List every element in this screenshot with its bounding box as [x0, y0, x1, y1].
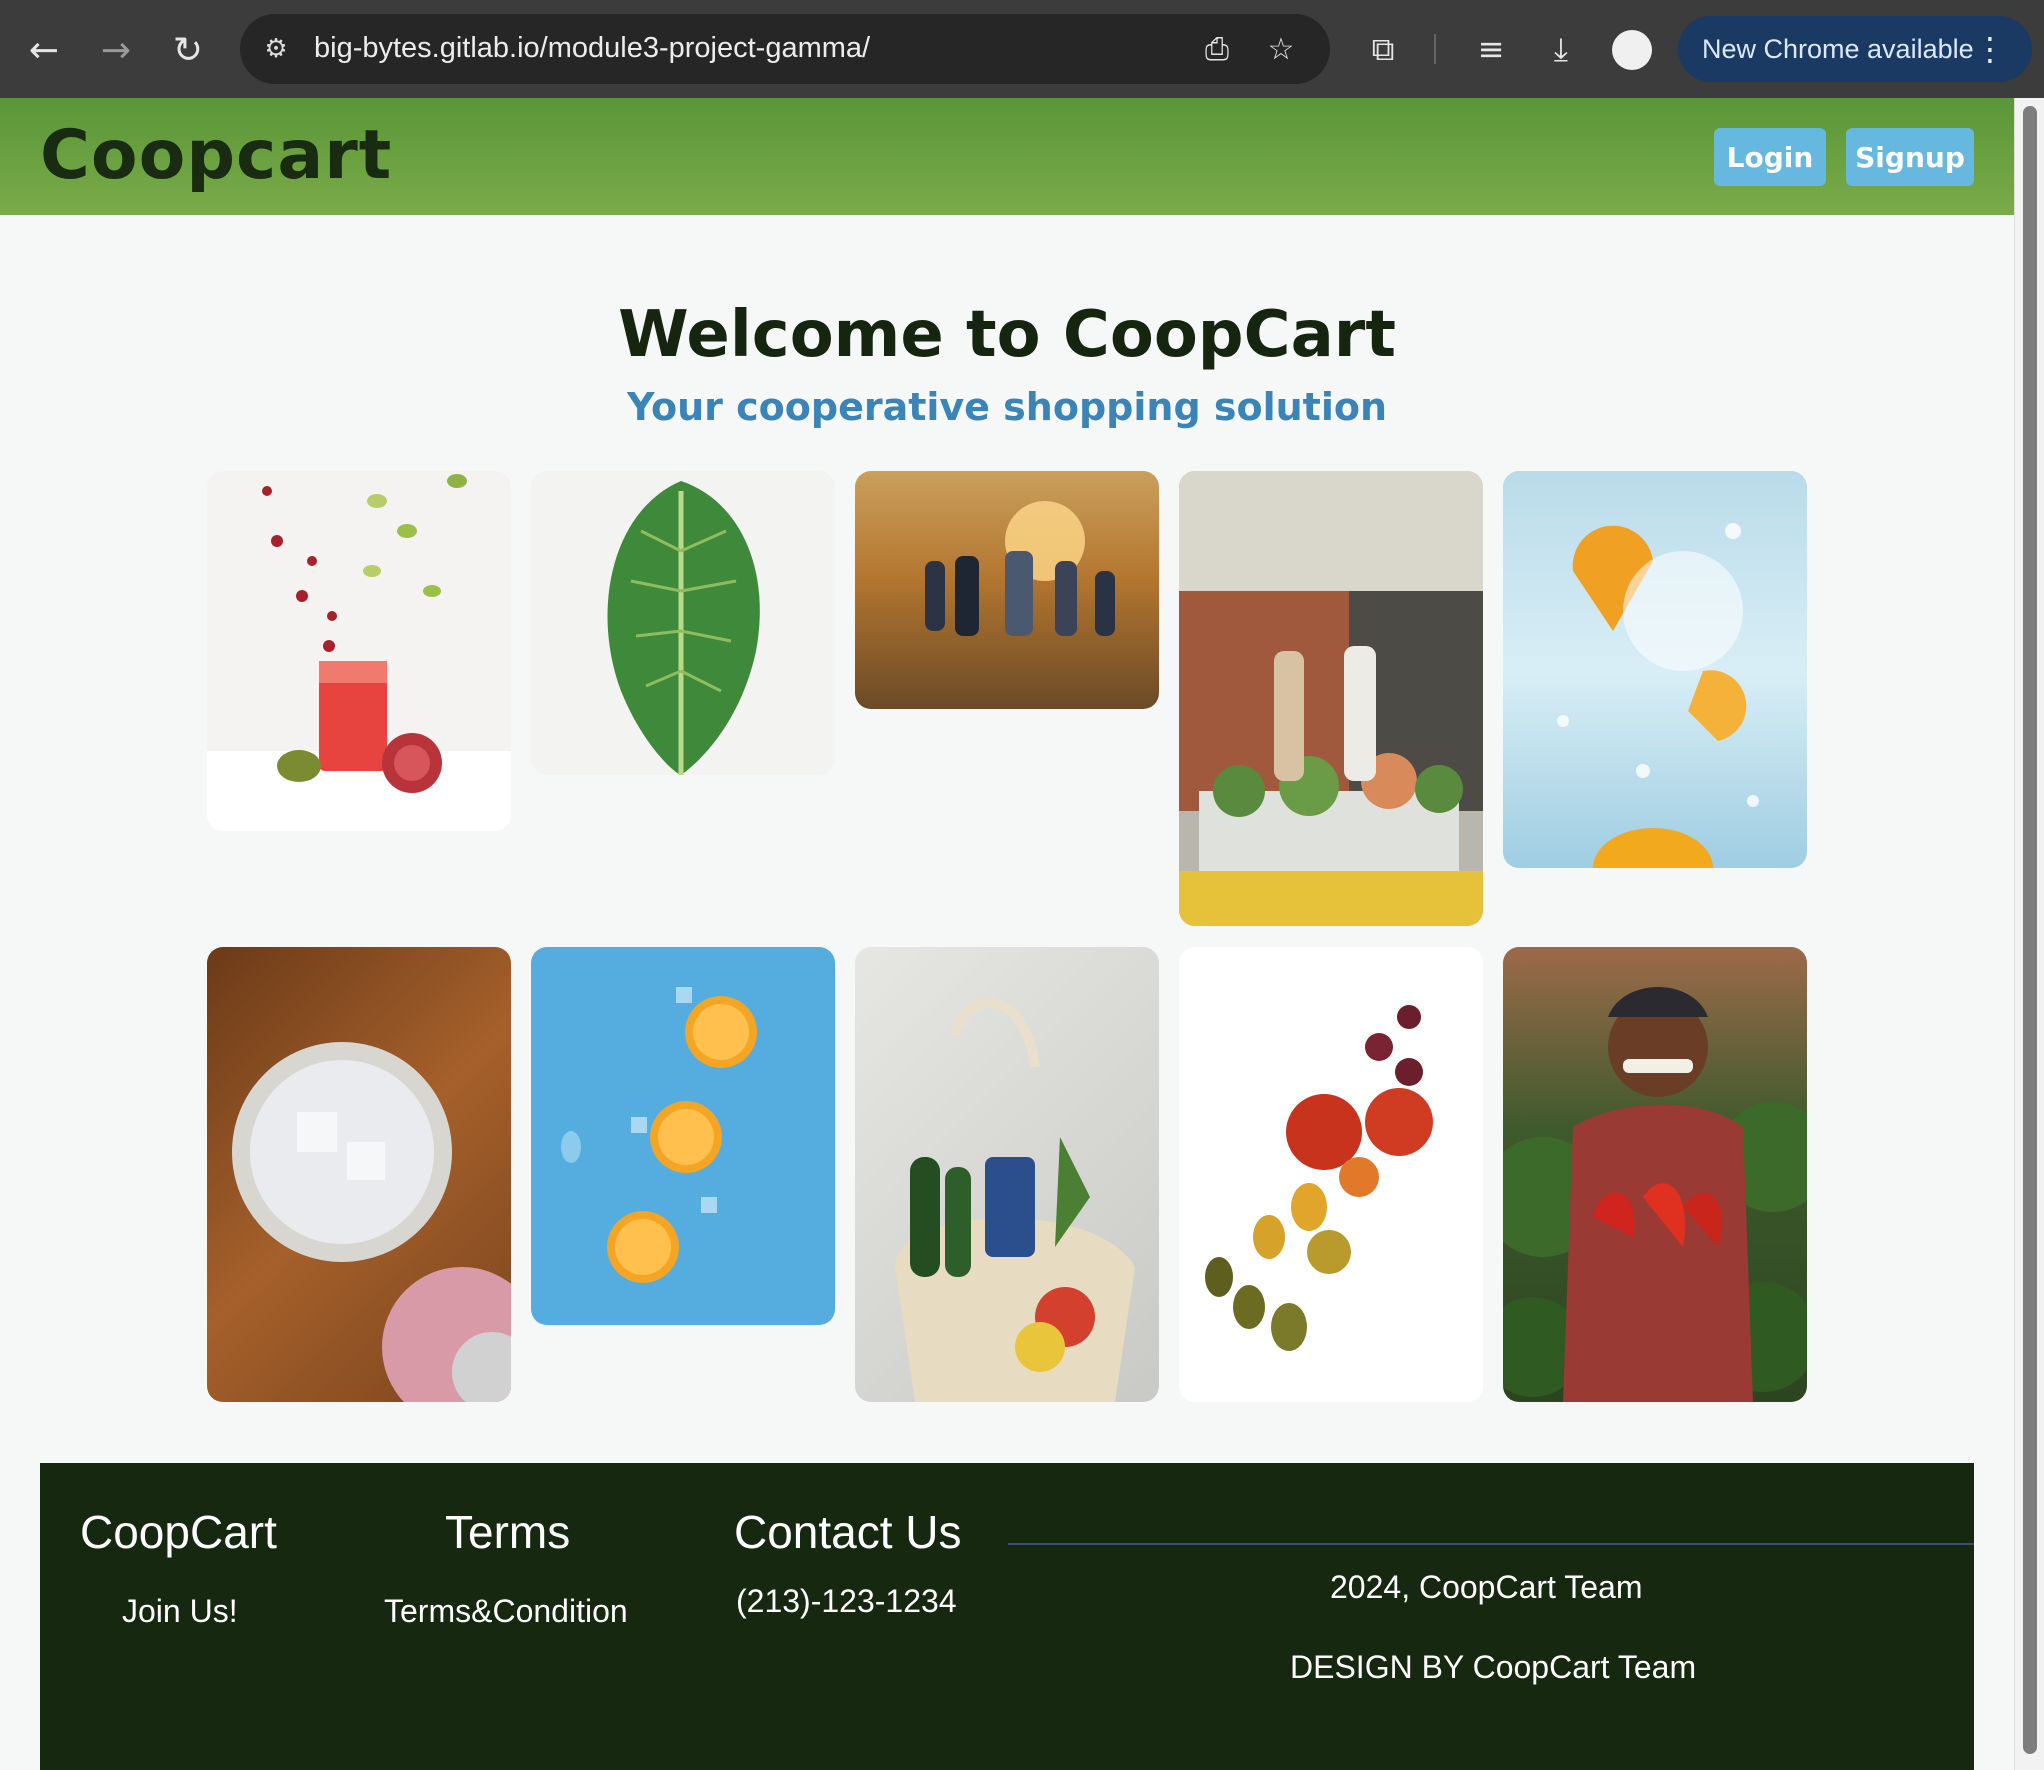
kale-illustration — [607, 481, 760, 775]
back-arrow-icon[interactable]: ← — [16, 22, 72, 78]
design-credit: DESIGN BY CoopCart Team — [1290, 1649, 1697, 1685]
page-title: Welcome to CoopCart — [618, 298, 1396, 372]
gallery-image-flower-stand — [1179, 471, 1483, 926]
flower-stand-illustration — [1179, 471, 1483, 926]
page-subtitle: Your cooperative shopping solution — [626, 385, 1388, 429]
browser-toolbar: ← → ↻ ⚙ big-bytes.gitlab.io/module3-proj… — [0, 0, 2044, 98]
gallery-image-desert-walk — [855, 471, 1159, 709]
gallery-image-tomatoes — [1179, 947, 1483, 1402]
reload-icon[interactable]: ↻ — [160, 22, 216, 78]
site-header: Coopcart Login Signup — [0, 98, 2014, 215]
tomatoes-illustration — [1205, 1005, 1433, 1351]
gallery-image-orange-slices — [531, 947, 835, 1325]
gallery-image-ice-water — [207, 947, 511, 1402]
join-us-link[interactable]: Join Us! — [122, 1593, 238, 1630]
url-text[interactable]: big-bytes.gitlab.io/module3-project-gamm… — [314, 32, 870, 65]
gallery-image-smoothie — [207, 471, 511, 831]
copyright-text: 2024, CoopCart Team — [1330, 1569, 1643, 1605]
contact-phone[interactable]: (213)-123-1234 — [736, 1583, 957, 1620]
chrome-update-button[interactable]: New Chrome available ⋮ — [1678, 16, 2032, 82]
gallery-image-mesh-bag — [855, 947, 1159, 1402]
orange-slices-illustration — [561, 987, 757, 1283]
gallery-image-kale — [531, 471, 835, 775]
gallery-image-farmer — [1503, 947, 1807, 1402]
footer-brand-heading: CoopCart — [80, 1506, 277, 1558]
install-app-icon[interactable]: ⎙ — [1196, 28, 1238, 70]
update-label: New Chrome available — [1702, 33, 1974, 64]
mesh-bag-illustration — [895, 997, 1135, 1402]
media-controls-icon[interactable]: ≡ — [1468, 26, 1514, 72]
bookmark-star-icon[interactable]: ☆ — [1260, 28, 1302, 70]
site-logo[interactable]: Coopcart — [40, 116, 392, 195]
orange-water-illustration — [1557, 523, 1759, 868]
login-button[interactable]: Login — [1714, 128, 1826, 186]
more-menu-icon[interactable]: ⋮ — [1974, 30, 2006, 68]
footer-divider — [1008, 1543, 1974, 1545]
footer-contact-heading: Contact Us — [734, 1506, 962, 1558]
profile-avatar[interactable] — [1612, 30, 1652, 70]
desert-illustration — [925, 501, 1115, 636]
gallery-image-orange-water — [1503, 471, 1807, 868]
page-scrollbar[interactable] — [2014, 98, 2044, 1770]
footer-terms-heading: Terms — [445, 1506, 571, 1558]
scrollbar-thumb[interactable] — [2023, 106, 2037, 1754]
ice-water-illustration — [232, 1042, 511, 1402]
signup-button[interactable]: Signup — [1846, 128, 1974, 186]
forward-arrow-icon[interactable]: → — [88, 22, 144, 78]
page-viewport: Coopcart Login Signup Welcome to CoopCar… — [0, 98, 2014, 1770]
farmer-illustration — [1503, 987, 1807, 1402]
toolbar-divider — [1434, 34, 1436, 64]
smoothie-illustration — [207, 474, 511, 831]
extensions-icon[interactable]: ⧉ — [1360, 26, 1406, 72]
site-footer: CoopCart Join Us! Terms Terms&Condition … — [40, 1463, 1974, 1770]
download-icon[interactable]: ⤓ — [1538, 26, 1584, 72]
address-bar[interactable]: ⚙ big-bytes.gitlab.io/module3-project-ga… — [240, 14, 1330, 84]
site-info-icon[interactable]: ⚙ — [258, 31, 294, 67]
terms-link[interactable]: Terms&Condition — [384, 1593, 628, 1630]
